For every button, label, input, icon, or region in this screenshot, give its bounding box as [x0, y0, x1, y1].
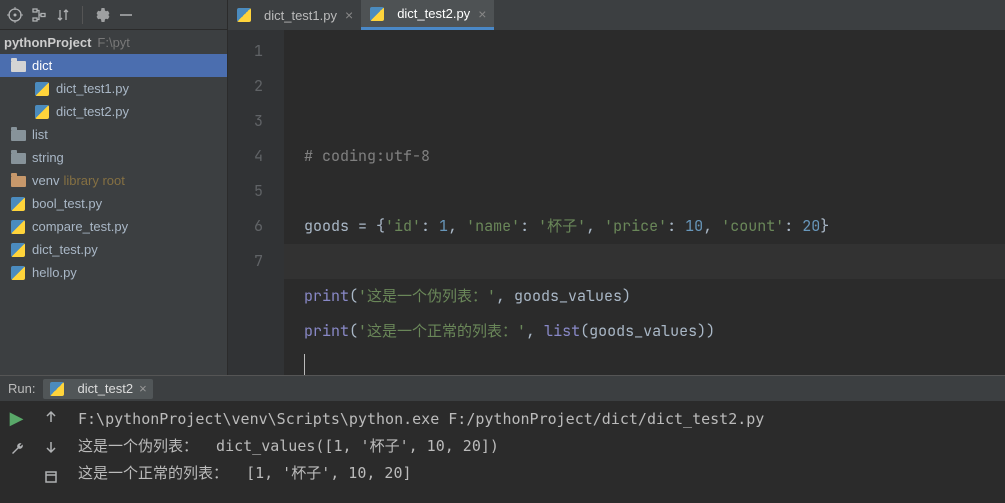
code-line: print('这是一个正常的列表：', list(goods_values)): [304, 314, 1005, 349]
down-icon[interactable]: [44, 440, 58, 454]
editor-tab[interactable]: dict_test1.py ×: [228, 0, 361, 30]
python-icon: [370, 7, 384, 21]
editor-zone: dict_test1.py × dict_test2.py × 1234567 # c…: [228, 0, 1005, 375]
tree-item[interactable]: bool_test.py: [0, 192, 227, 215]
line-number: 5: [228, 174, 263, 209]
line-number: 4: [228, 139, 263, 174]
editor[interactable]: 1234567 # coding:utf-8 goods = {'id': 1, …: [228, 30, 1005, 375]
line-number: 1: [228, 34, 263, 69]
folder-icon: [11, 153, 26, 164]
tree-item-label: dict_test2.py: [56, 104, 129, 119]
tree-item-label: compare_test.py: [32, 219, 128, 234]
tree-item-label: dict: [32, 58, 52, 73]
tree-item[interactable]: dict_test.py: [0, 238, 227, 261]
folder-icon: [11, 176, 26, 187]
code-line: # coding:utf-8: [304, 139, 1005, 174]
sort-icon[interactable]: [54, 6, 72, 24]
tree-item[interactable]: dict: [0, 54, 227, 77]
python-icon: [35, 105, 49, 119]
tab-label: dict_test1.py: [264, 8, 337, 23]
line-number: 3: [228, 104, 263, 139]
caret: [304, 354, 305, 375]
line-number: 6: [228, 209, 263, 244]
wrench-icon[interactable]: [9, 441, 25, 457]
project-sidebar: pythonProject F:\pyt dictdict_test1.pydi…: [0, 0, 228, 375]
tree-item-label: venv: [32, 173, 59, 188]
code-line: [304, 349, 1005, 375]
tree-item-label: dict_test.py: [32, 242, 98, 257]
tree-item[interactable]: dict_test1.py: [0, 77, 227, 100]
caret-line: [284, 244, 1005, 279]
close-icon[interactable]: ×: [345, 7, 353, 23]
gear-icon[interactable]: [93, 6, 111, 24]
code-line: [304, 174, 1005, 209]
run-tab-label: dict_test2: [77, 381, 133, 396]
tree-item[interactable]: hello.py: [0, 261, 227, 284]
code-line: print('这是一个伪列表：', goods_values): [304, 279, 1005, 314]
run-header: Run: dict_test2 ×: [0, 376, 1005, 402]
collapse-icon[interactable]: [117, 6, 135, 24]
tree-item-label: dict_test1.py: [56, 81, 129, 96]
tree-item-label: bool_test.py: [32, 196, 102, 211]
project-name: pythonProject: [4, 35, 91, 50]
tree-item[interactable]: dict_test2.py: [0, 100, 227, 123]
code-line: goods = {'id': 1, 'name': '杯子', 'price':…: [304, 209, 1005, 244]
python-icon: [237, 8, 251, 22]
tree-item-label: list: [32, 127, 48, 142]
run-tab[interactable]: dict_test2 ×: [43, 379, 152, 399]
python-icon: [50, 382, 64, 396]
tree-item-label: string: [32, 150, 64, 165]
console-line: F:\pythonProject\venv\Scripts\python.exe…: [78, 406, 995, 433]
project-path: F:\pyt: [97, 35, 130, 50]
python-icon: [11, 243, 25, 257]
folder-icon: [11, 130, 26, 141]
sidebar-toolbar: [0, 0, 227, 30]
project-root[interactable]: pythonProject F:\pyt: [0, 30, 227, 54]
python-icon: [35, 82, 49, 96]
line-number: 7: [228, 244, 263, 279]
run-panel: Run: dict_test2 × ▶ F:\pythonProject\ven…: [0, 375, 1005, 503]
tree-item[interactable]: list: [0, 123, 227, 146]
target-icon[interactable]: [6, 6, 24, 24]
tree-item[interactable]: compare_test.py: [0, 215, 227, 238]
gutter: 1234567: [228, 30, 284, 375]
play-icon[interactable]: ▶: [10, 408, 24, 429]
console-line: 这是一个伪列表： dict_values([1, '杯子', 10, 20]): [78, 433, 995, 460]
hierarchy-icon[interactable]: [30, 6, 48, 24]
overflow-icon[interactable]: [44, 470, 58, 484]
python-icon: [11, 266, 25, 280]
run-toolbar-2: [34, 402, 68, 503]
tree-item[interactable]: string: [0, 146, 227, 169]
code-area[interactable]: # coding:utf-8 goods = {'id': 1, 'name': …: [284, 30, 1005, 375]
project-tree: dict dict_test1.py dict_test2.pylist string…: [0, 54, 227, 375]
folder-icon: [11, 61, 26, 72]
library-root-badge: library root: [63, 173, 124, 188]
console-output[interactable]: F:\pythonProject\venv\Scripts\python.exe…: [68, 402, 1005, 503]
tree-item-label: hello.py: [32, 265, 77, 280]
editor-tab[interactable]: dict_test2.py ×: [361, 0, 494, 30]
run-toolbar-left: ▶: [0, 402, 34, 503]
tab-label: dict_test2.py: [397, 6, 470, 21]
editor-tabs: dict_test1.py × dict_test2.py ×: [228, 0, 1005, 30]
console-line: 这是一个正常的列表： [1, '杯子', 10, 20]: [78, 460, 995, 487]
python-icon: [11, 220, 25, 234]
line-number: 2: [228, 69, 263, 104]
up-icon[interactable]: [44, 410, 58, 424]
python-icon: [11, 197, 25, 211]
close-icon[interactable]: ×: [478, 6, 486, 22]
close-icon[interactable]: ×: [139, 381, 147, 396]
run-title: Run:: [8, 381, 35, 396]
tree-item[interactable]: venv library root: [0, 169, 227, 192]
